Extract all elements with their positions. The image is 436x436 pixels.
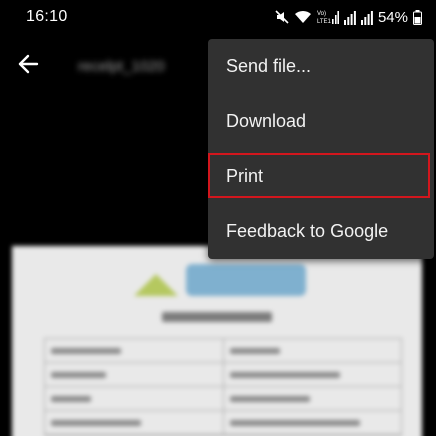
status-time: 16:10: [26, 8, 68, 25]
back-button[interactable]: [10, 48, 46, 84]
document-logo: [130, 258, 316, 300]
menu-item-label: Download: [226, 111, 307, 131]
svg-text:Vo): Vo): [317, 11, 326, 17]
document-table: [44, 338, 402, 436]
table-row: [45, 339, 401, 363]
signal-icon: [343, 10, 356, 25]
signal-icon: [360, 10, 373, 25]
table-row: [45, 363, 401, 387]
svg-text:LTE1: LTE1: [317, 19, 332, 25]
wifi-icon: [294, 10, 312, 24]
overflow-menu: Send file... Download Print Feedback to …: [208, 39, 434, 259]
document-preview[interactable]: [12, 246, 422, 436]
menu-item-send-file[interactable]: Send file...: [208, 39, 434, 94]
mute-icon: [275, 10, 289, 24]
document-heading: [162, 312, 272, 322]
table-row: [45, 387, 401, 411]
menu-item-feedback[interactable]: Feedback to Google: [208, 204, 434, 259]
table-row: [45, 411, 401, 435]
file-title: recelpt_1020: [78, 58, 165, 75]
menu-item-label: Feedback to Google: [226, 221, 389, 241]
screen: 16:10 Vo) LTE1 54% recelpt_1020 Send fil…: [0, 0, 436, 436]
menu-item-print[interactable]: Print: [208, 149, 434, 204]
status-icons: Vo) LTE1 54%: [275, 9, 422, 26]
menu-item-download[interactable]: Download: [208, 94, 434, 149]
volte-signal-icon: Vo) LTE1: [317, 9, 339, 25]
menu-item-label: Send file...: [226, 56, 312, 76]
status-bar: 16:10 Vo) LTE1 54%: [0, 0, 436, 34]
menu-item-label: Print: [226, 166, 264, 186]
battery-percent: 54%: [377, 8, 408, 26]
arrow-left-icon: [17, 53, 39, 80]
battery-icon: [413, 9, 422, 25]
